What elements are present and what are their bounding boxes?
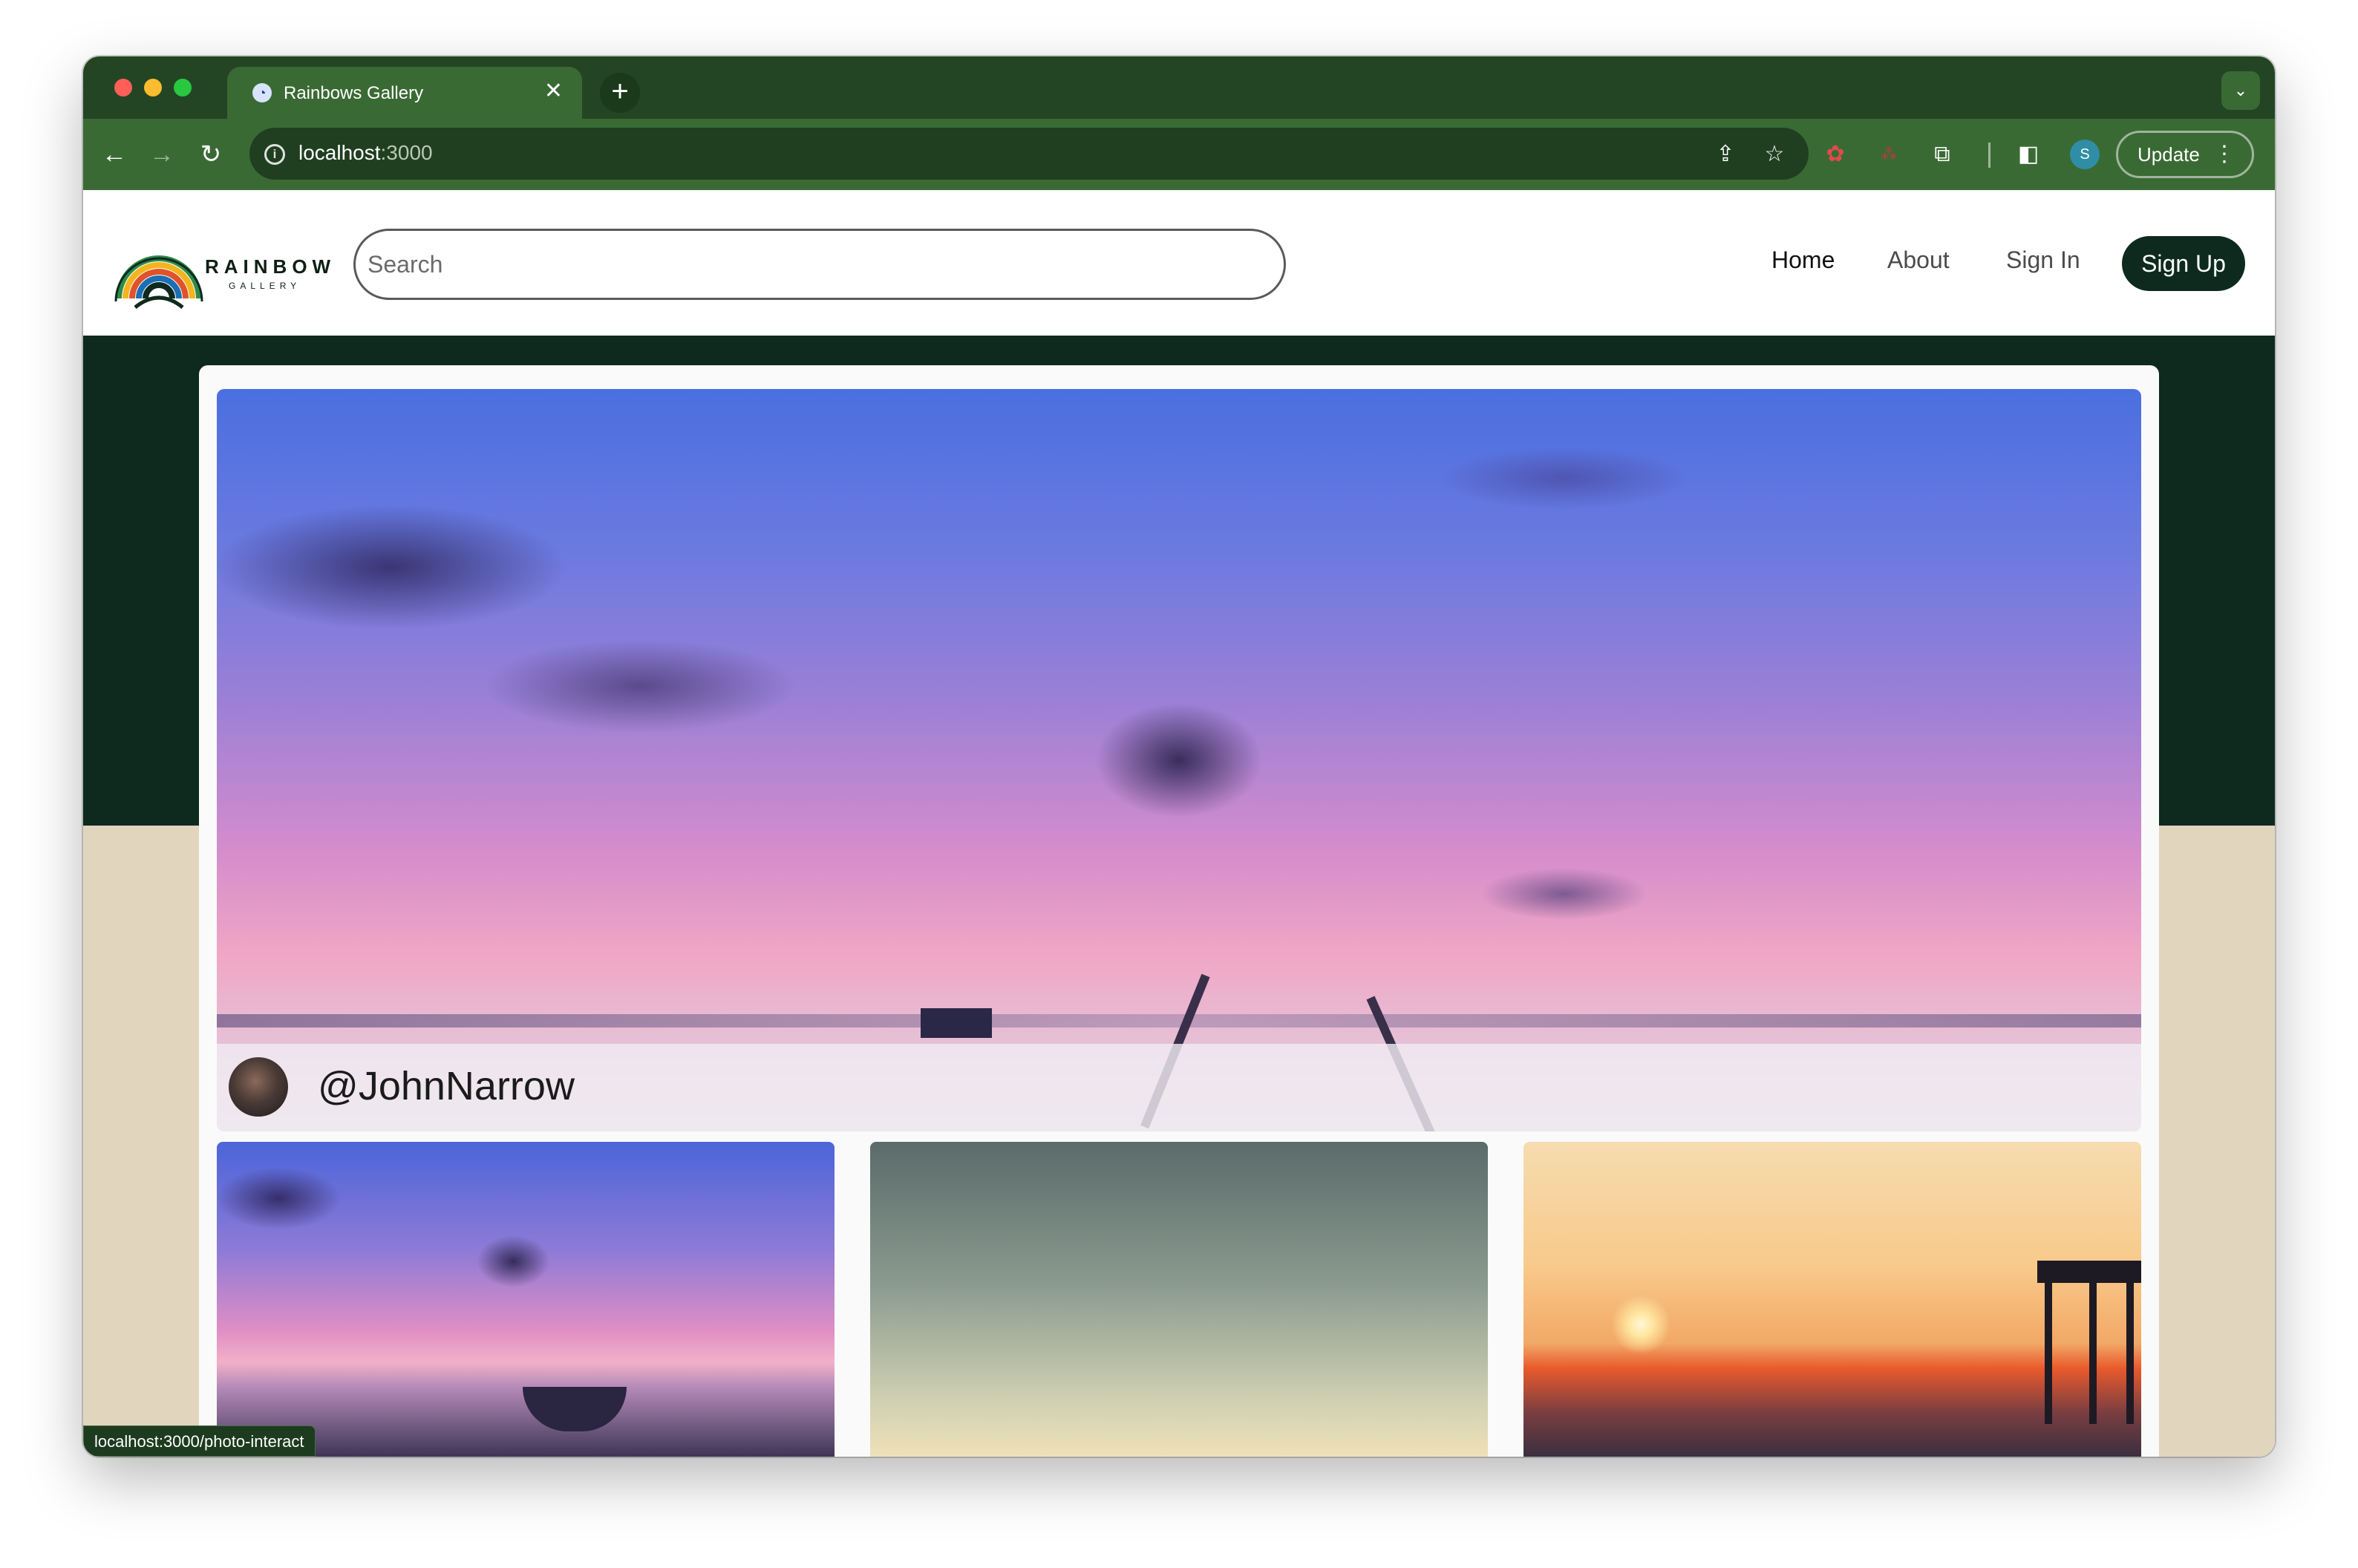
featured-photo[interactable]: @JohnNarrow — [217, 389, 2141, 1131]
bookmark-star-icon[interactable]: ☆ — [1758, 138, 1791, 171]
pier-leg — [2126, 1275, 2134, 1424]
side-panel-icon[interactable]: ◧ — [2009, 135, 2048, 174]
url-text[interactable]: localhost:3000 — [298, 141, 433, 165]
address-bar[interactable]: i localhost:3000 ⇪ ☆ — [249, 128, 1809, 180]
browser-toolbar: ← → ↻ i localhost:3000 ⇪ ☆ ✿ ⁂ ⧉ ◧ S Upd… — [83, 119, 2275, 190]
avatar[interactable] — [229, 1057, 288, 1117]
rainbow-logo-icon — [114, 255, 203, 309]
gallery-thumbnail[interactable] — [217, 1142, 835, 1457]
tab-title: Rainbows Gallery — [284, 83, 424, 103]
favicon-icon: ◔ — [252, 83, 272, 102]
update-button[interactable]: Update ⋮ — [2116, 131, 2254, 178]
gallery-thumbnail[interactable] — [1523, 1142, 2141, 1457]
url-host: localhost — [298, 141, 381, 164]
maximize-window-button[interactable] — [174, 79, 192, 97]
info-icon[interactable]: i — [264, 144, 285, 165]
more-menu-icon[interactable]: ⋮ — [2213, 133, 2235, 176]
reload-button[interactable]: ↻ — [192, 135, 230, 174]
update-label: Update — [2137, 143, 2200, 166]
tab-rainbows-gallery[interactable]: ◔ Rainbows Gallery ✕ — [227, 67, 582, 119]
extension-icon[interactable]: ✿ — [1816, 135, 1855, 174]
pier-leg — [2089, 1275, 2097, 1424]
tab-bar: ◔ Rainbows Gallery ✕ + ⌄ — [83, 56, 2275, 119]
logo-subtitle: GALLERY — [229, 281, 301, 291]
close-icon[interactable]: ✕ — [544, 79, 563, 104]
tab-search-button[interactable]: ⌄ — [2221, 71, 2260, 110]
arrow-right-icon: → — [149, 140, 174, 169]
profile-avatar[interactable]: S — [2070, 140, 2100, 169]
nav-sign-in[interactable]: Sign In — [2006, 246, 2080, 274]
browser-window: ◔ Rainbows Gallery ✕ + ⌄ ← → ↻ i localho… — [83, 56, 2275, 1457]
extension-icon[interactable]: ⁂ — [1869, 135, 1908, 174]
boat-shape — [523, 1387, 627, 1431]
sign-up-button[interactable]: Sign Up — [2122, 236, 2245, 291]
nav-about[interactable]: About — [1887, 246, 1950, 274]
stilt-hut — [921, 1008, 992, 1038]
url-port: :3000 — [380, 141, 433, 164]
gallery-thumbnail[interactable] — [870, 1142, 1488, 1457]
back-button[interactable]: ← — [95, 135, 134, 174]
share-icon[interactable]: ⇪ — [1709, 138, 1742, 171]
logo-wordmark: RAINBOW — [205, 255, 336, 278]
pier-leg — [2045, 1275, 2052, 1424]
nav-home[interactable]: Home — [1771, 246, 1835, 274]
horizon-line — [217, 1014, 2141, 1028]
chevron-down-icon: ⌄ — [2233, 81, 2248, 99]
web-page: RAINBOW GALLERY Home About Sign In Sign … — [83, 190, 2275, 1457]
site-logo[interactable]: RAINBOW GALLERY — [113, 224, 336, 309]
new-tab-button[interactable]: + — [600, 73, 640, 113]
photo-author[interactable]: @JohnNarrow — [318, 1063, 575, 1109]
search-input[interactable] — [353, 229, 1286, 300]
toolbar-divider — [1988, 143, 1990, 168]
close-window-button[interactable] — [114, 79, 132, 97]
reload-icon: ↻ — [200, 140, 222, 169]
minimize-window-button[interactable] — [144, 79, 162, 97]
arrow-left-icon: ← — [102, 140, 127, 169]
status-bar-url: localhost:3000/photo-interact — [83, 1425, 316, 1457]
site-header: RAINBOW GALLERY Home About Sign In Sign … — [83, 190, 2275, 336]
forward-button[interactable]: → — [143, 135, 181, 174]
puzzle-icon[interactable]: ⧉ — [1923, 135, 1962, 174]
photo-caption-bar: @JohnNarrow — [217, 1044, 2141, 1131]
